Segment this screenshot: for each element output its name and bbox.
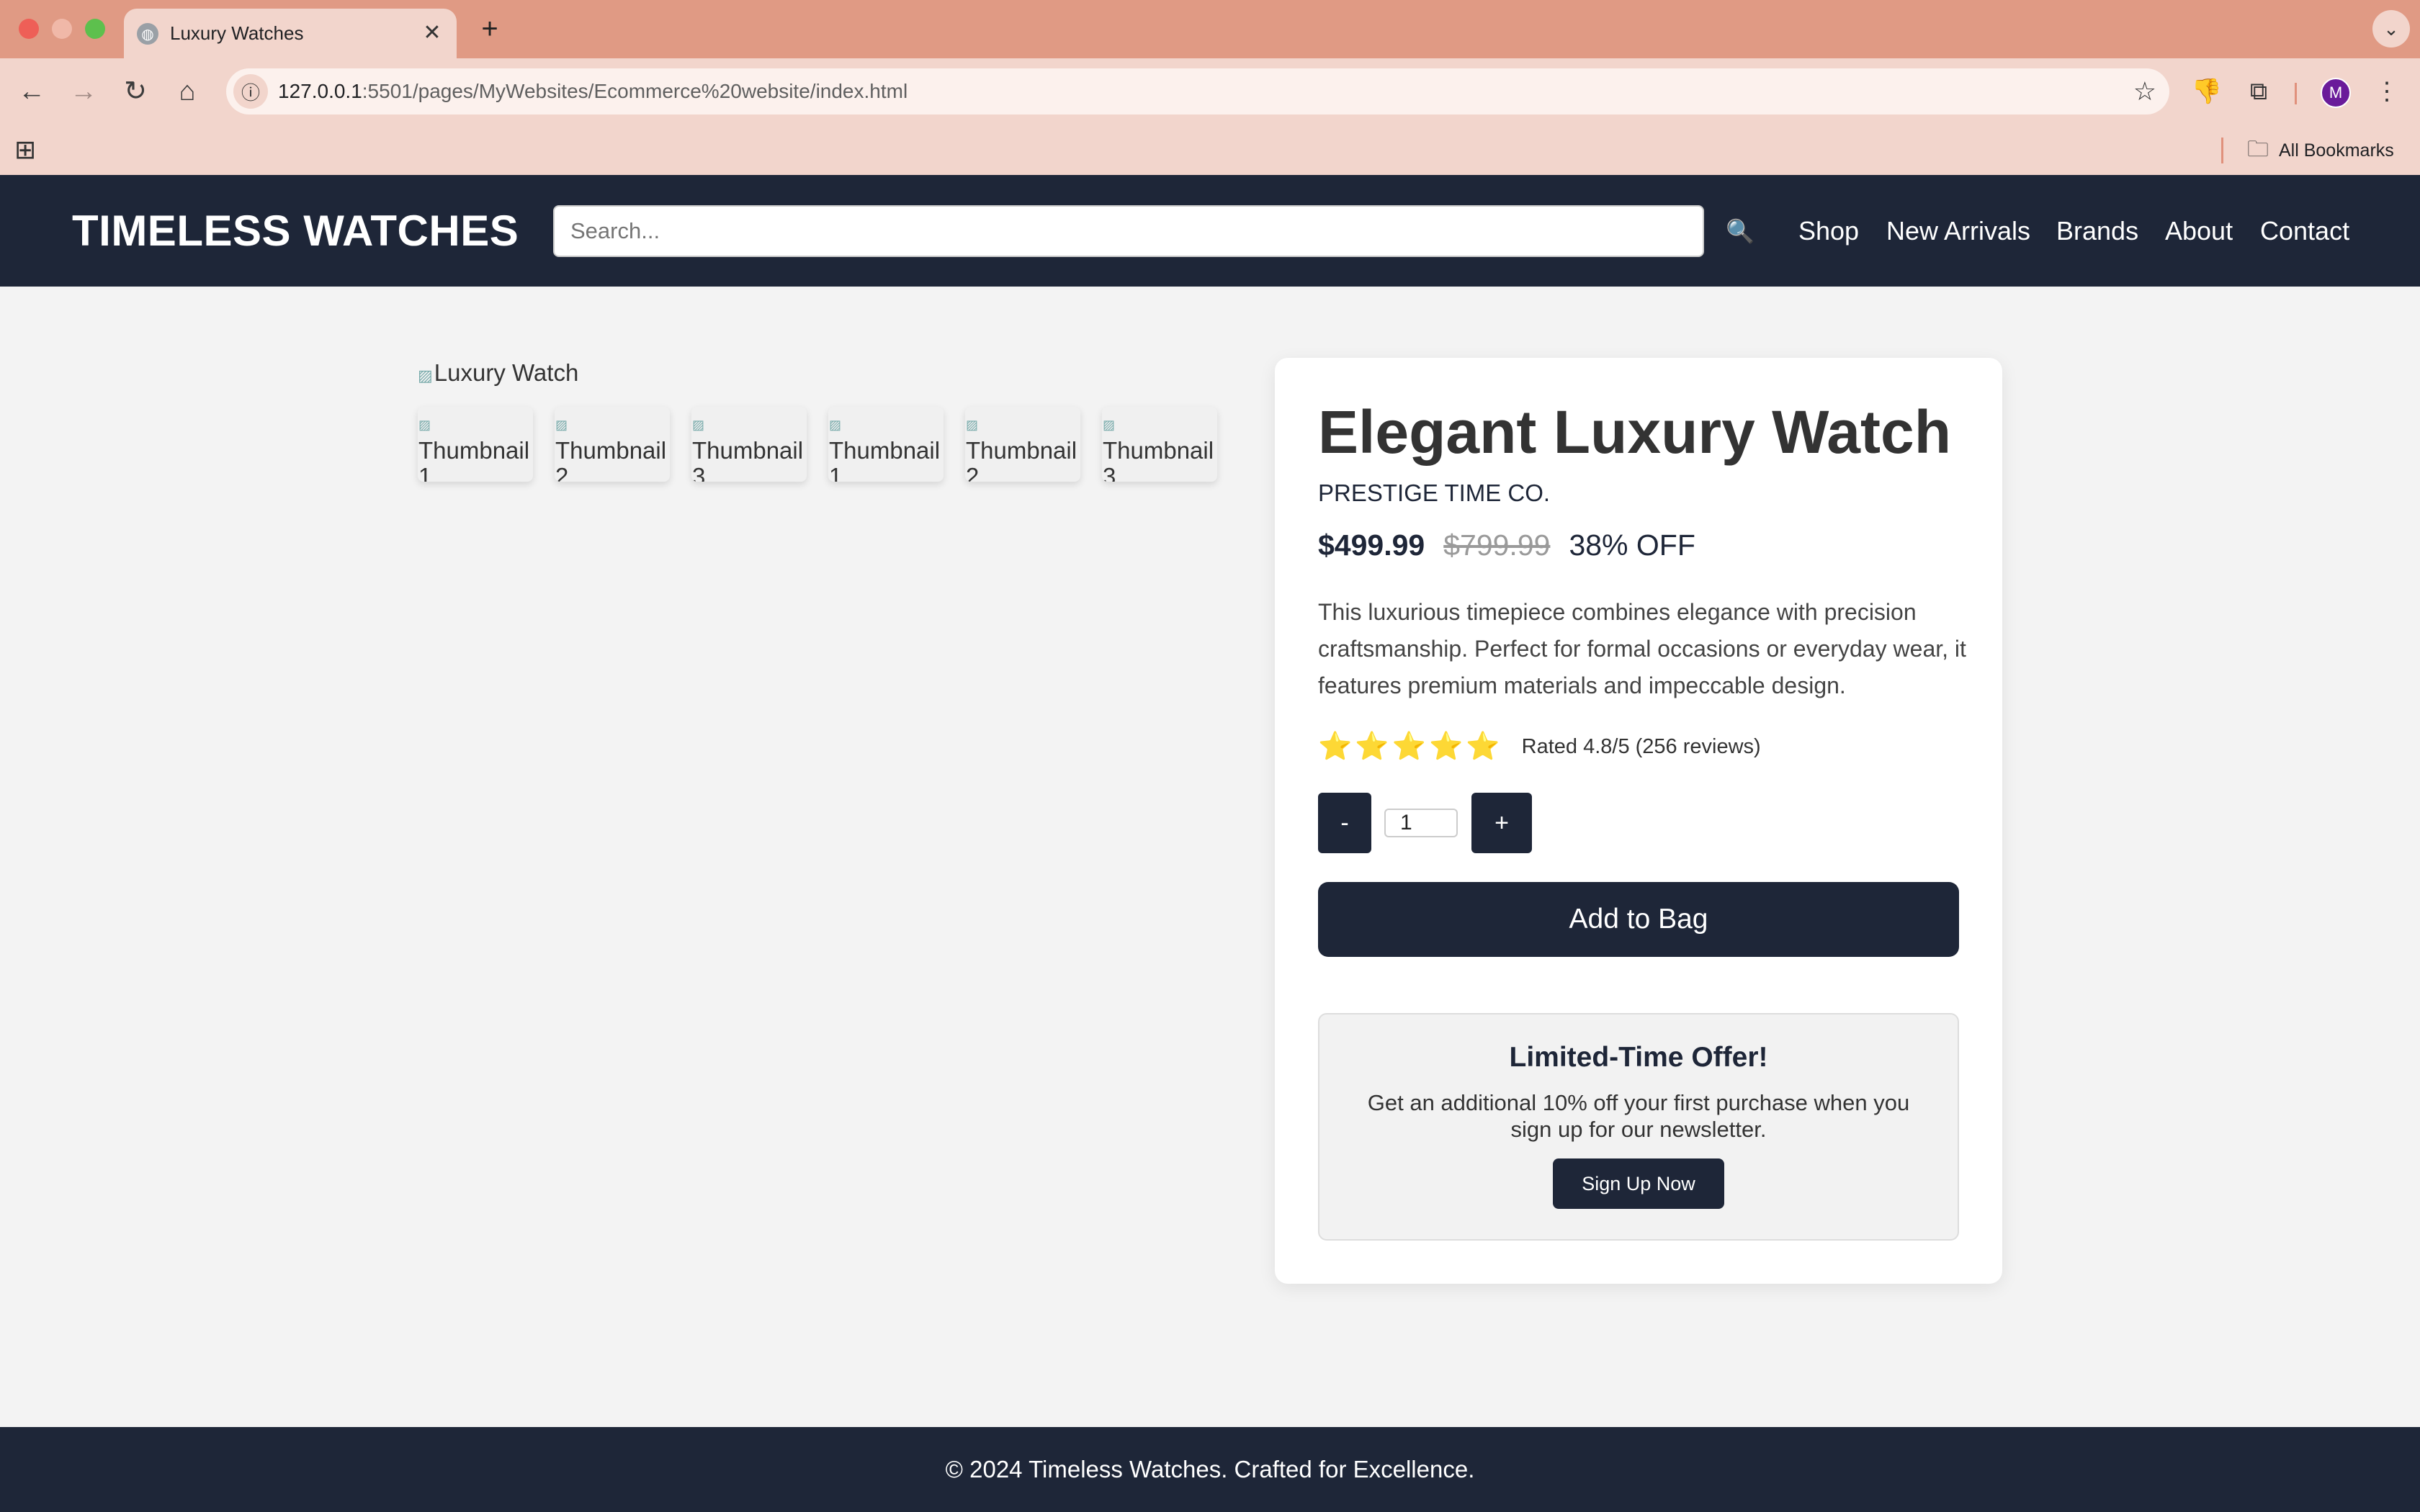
star-icon: ⭐ [1318,732,1353,762]
search-input[interactable] [553,205,1704,257]
thumbnail[interactable]: ▨ Thumbnail 2 [555,407,670,482]
tab-search-button[interactable]: ⌄ [2372,10,2410,48]
nav-contact[interactable]: Contact [2260,175,2349,287]
extensions-puzzle-icon[interactable]: ⧉ [2241,74,2276,109]
broken-image-icon: ▨ [692,418,705,432]
bookmarks-bar: ⊞ 🗀 All Bookmarks [0,125,2420,175]
main-image-alt: Luxury Watch [434,359,579,386]
new-tab-button[interactable]: + [472,12,507,46]
thumbnail[interactable]: ▨ Thumbnail 1 [828,407,944,482]
product-card: Elegant Luxury Watch PRESTIGE TIME CO. $… [1275,358,2002,1284]
star-icon: ⭐ [1428,732,1464,762]
extension-thumbs-down-icon[interactable]: 👎 [2190,74,2224,109]
browser-tab-bar: ◍ Luxury Watches ✕ + ⌄ [0,0,2420,58]
bookmark-star-icon[interactable]: ☆ [2133,74,2156,109]
price-row: $499.99 $799.99 38% OFF [1318,528,1695,570]
quantity-decrease-button[interactable]: - [1318,793,1371,853]
all-bookmarks-button[interactable]: 🗀 All Bookmarks [2247,125,2394,176]
url-path: :5501/pages/MyWebsites/Ecommerce%20websi… [362,80,908,102]
home-icon[interactable]: ⌂ [170,74,205,109]
thumbnail[interactable]: ▨ Thumbnail 3 [1102,407,1217,482]
bookmarks-divider [2221,138,2223,163]
star-icon: ⭐ [1466,732,1500,762]
apps-grid-icon[interactable]: ⊞ [14,135,36,165]
product-brand: PRESTIGE TIME CO. [1318,480,1551,506]
thumbnail[interactable]: ▨ Thumbnail 1 [418,407,533,482]
thumbnail[interactable]: ▨ Thumbnail 3 [691,407,807,482]
nav-shop[interactable]: Shop [1798,175,1859,287]
main-product-image: ▨Luxury Watch [418,357,578,392]
thumbnail-alt: Thumbnail 1 [418,437,530,482]
star-icon: ⭐ [1392,732,1426,762]
toolbar-divider [2295,83,2297,104]
tab-close-icon[interactable]: ✕ [418,19,447,48]
quantity-increase-button[interactable]: + [1471,793,1532,853]
rating-text: Rated 4.8/5 (256 reviews) [1521,735,1761,758]
quantity-input[interactable] [1384,809,1458,837]
reload-icon[interactable]: ↻ [118,74,153,109]
thumbnail-alt: Thumbnail 2 [966,437,1077,482]
thumbnail-alt: Thumbnail 3 [692,437,804,482]
browser-menu-icon[interactable]: ⋮ [2370,74,2404,109]
thumbnail-alt: Thumbnail 2 [555,437,667,482]
forward-arrow-icon[interactable]: → [66,74,101,109]
window-minimize-button[interactable] [52,19,72,39]
nav-brands[interactable]: Brands [2056,175,2138,287]
star-icon: ⭐ [1355,732,1389,762]
broken-image-icon: ▨ [555,418,568,432]
folder-icon: 🗀 [2247,138,2269,161]
offer-box: Limited-Time Offer! Get an additional 10… [1318,1013,1959,1241]
site-logo[interactable]: TIMELESS WATCHES [72,175,519,287]
footer-text: © 2024 Timeless Watches. Crafted for Exc… [945,1456,1475,1482]
url-host: 127.0.0.1 [278,80,362,102]
broken-image-icon: ▨ [418,418,431,432]
browser-tab[interactable]: ◍ Luxury Watches ✕ [124,9,457,58]
site-info-icon[interactable]: ⓘ [233,74,268,109]
tab-title: Luxury Watches [170,22,304,44]
add-to-bag-button[interactable]: Add to Bag [1318,882,1959,957]
broken-image-icon: ▨ [966,418,979,432]
original-price: $799.99 [1443,528,1551,562]
offer-text: Get an additional 10% off your first pur… [1367,1090,1910,1142]
globe-icon: ◍ [137,23,158,45]
thumbnail-alt: Thumbnail 1 [829,437,941,482]
nav-new-arrivals[interactable]: New Arrivals [1886,175,2030,287]
url-text[interactable]: 127.0.0.1:5501/pages/MyWebsites/Ecommerc… [278,68,908,114]
window-close-button[interactable] [19,19,39,39]
search-icon[interactable]: 🔍 [1726,215,1754,247]
window-maximize-button[interactable] [85,19,105,39]
thumbnail-alt: Thumbnail 3 [1103,437,1214,482]
profile-avatar[interactable]: M [2321,78,2351,108]
site-header: TIMELESS WATCHES 🔍 Shop New Arrivals Bra… [0,175,2420,287]
product-description: This luxurious timepiece combines elegan… [1318,599,1966,698]
rating: ⭐ ⭐ ⭐ ⭐ ⭐ Rated 4.8/5 (256 reviews) [1318,729,1761,764]
product-title: Elegant Luxury Watch [1318,398,1952,466]
offer-title: Limited-Time Offer! [1509,1042,1768,1073]
nav-about[interactable]: About [2165,175,2233,287]
discount-badge: 38% OFF [1569,528,1695,562]
all-bookmarks-label: All Bookmarks [2279,140,2394,161]
broken-image-icon: ▨ [1103,418,1116,432]
broken-image-icon: ▨ [418,366,433,384]
broken-image-icon: ▨ [829,418,842,432]
current-price: $499.99 [1318,528,1425,562]
site-footer: © 2024 Timeless Watches. Crafted for Exc… [0,1427,2420,1512]
back-arrow-icon[interactable]: ← [14,74,49,109]
browser-toolbar: ← → ↻ ⌂ ⓘ 127.0.0.1:5501/pages/MyWebsite… [0,58,2420,125]
sign-up-button[interactable]: Sign Up Now [1553,1158,1724,1209]
address-bar[interactable]: ⓘ 127.0.0.1:5501/pages/MyWebsites/Ecomme… [226,68,2169,114]
thumbnail[interactable]: ▨ Thumbnail 2 [965,407,1080,482]
